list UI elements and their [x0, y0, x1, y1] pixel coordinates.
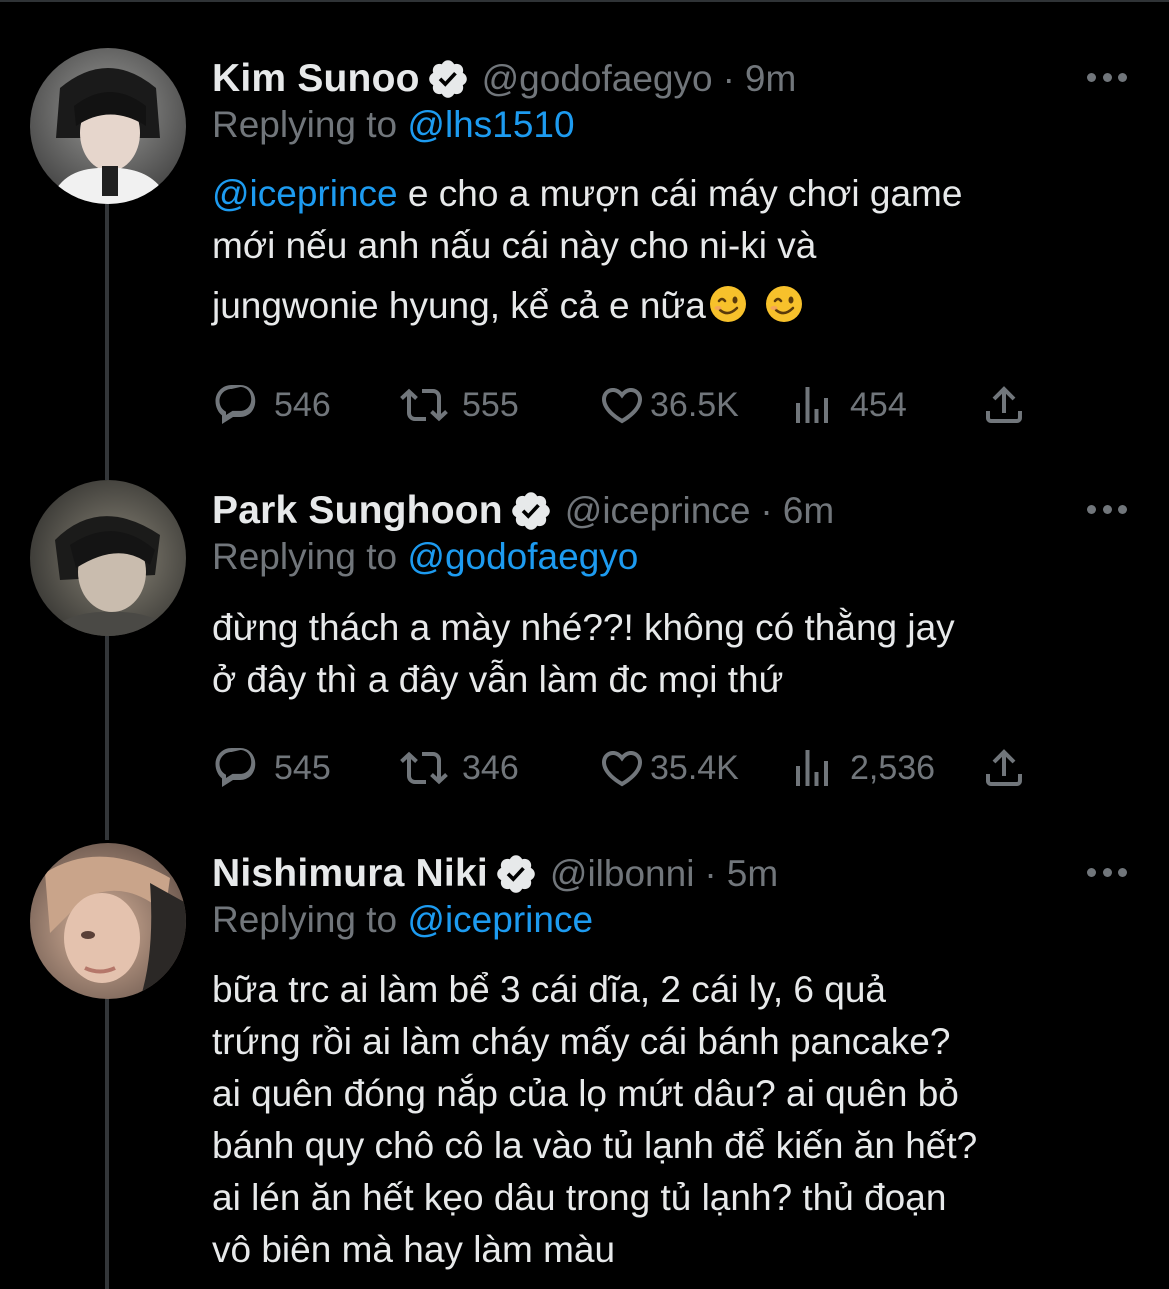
- tweet-text-line: ai quên đóng nắp của lọ mứt dâu? ai quên…: [212, 1073, 959, 1114]
- verified-badge-icon: [494, 852, 538, 896]
- tweet-nishimura-niki[interactable]: Nishimura Niki @ilbonni · 5m Replying to…: [0, 0, 1169, 1289]
- tweet-text-line: trứng rồi ai làm cháy mấy cái bánh panca…: [212, 1021, 951, 1062]
- tweet-text-line: vô biên mà hay làm màu: [212, 1229, 616, 1270]
- replying-mention-link[interactable]: @iceprince: [407, 899, 593, 940]
- tweet-text-line: bánh quy chô cô la vào tủ lạnh để kiến ă…: [212, 1125, 978, 1166]
- display-name[interactable]: Nishimura Niki: [212, 852, 488, 896]
- tweet-header: Nishimura Niki @ilbonni · 5m: [212, 849, 778, 899]
- separator-dot: ·: [704, 853, 717, 894]
- tweet-text: bữa trc ai làm bể 3 cái dĩa, 2 cái ly, 6…: [212, 964, 1142, 1276]
- replying-label: Replying to: [212, 899, 408, 940]
- replying-to: Replying to @iceprince: [212, 899, 593, 941]
- user-handle[interactable]: @ilbonni: [550, 853, 695, 895]
- avatar[interactable]: [30, 843, 186, 999]
- tweet-text-line: bữa trc ai làm bể 3 cái dĩa, 2 cái ly, 6…: [212, 969, 886, 1010]
- more-options-icon[interactable]: [1087, 862, 1127, 882]
- tweet-text-line: ai lén ăn hết kẹo dâu trong tủ lạnh? thủ…: [212, 1177, 947, 1218]
- timestamp[interactable]: 5m: [727, 853, 778, 895]
